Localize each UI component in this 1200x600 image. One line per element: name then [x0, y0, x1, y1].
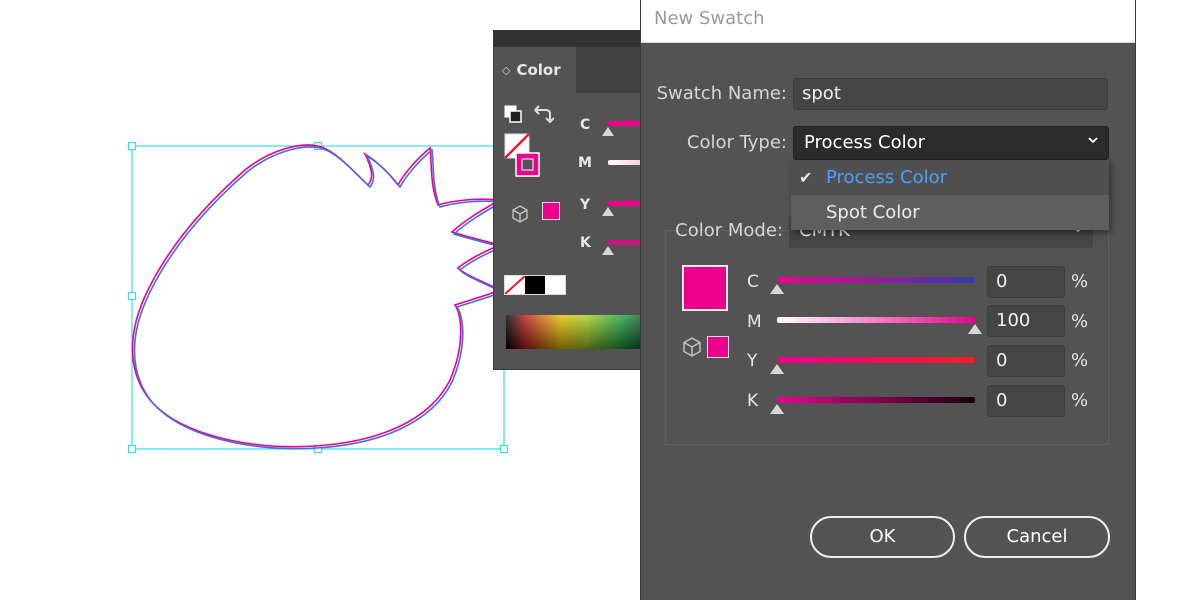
color-preview-swatch — [682, 265, 728, 311]
option-spot-color[interactable]: Spot Color — [791, 195, 1109, 230]
panel-channel-m-label: M — [578, 155, 592, 171]
fill-stroke-icon[interactable] — [504, 133, 540, 179]
tab-grip-icon[interactable]: ◇ — [502, 64, 510, 77]
cancel-button[interactable]: Cancel — [964, 516, 1110, 558]
channel-k-label: K — [747, 391, 759, 411]
k-value-input[interactable]: 0 — [987, 385, 1065, 417]
panel-channel-k-label: K — [580, 235, 591, 251]
color-type-value: Process Color — [804, 132, 925, 153]
web-safe-cube-icon — [683, 337, 701, 357]
channel-c-label: C — [747, 272, 759, 292]
slider-m-thumb[interactable] — [968, 324, 982, 334]
channel-m-label: M — [747, 312, 762, 332]
panel-slider-k-thumb[interactable] — [602, 246, 614, 255]
default-fill-stroke-icon[interactable] — [504, 105, 522, 123]
handle-top-left[interactable] — [127, 141, 137, 151]
c-percent-label: % — [1071, 271, 1089, 292]
option-spot-color-label: Spot Color — [826, 202, 920, 223]
cube-icon — [512, 205, 528, 223]
handle-middle-left[interactable] — [127, 291, 137, 301]
panel-slider-c-thumb[interactable] — [602, 127, 614, 136]
bounding-box — [131, 145, 505, 450]
chevron-down-icon — [1088, 137, 1098, 144]
panel-title-bar[interactable] — [494, 31, 652, 47]
color-type-dropdown: ✔ Process Color Spot Color — [791, 160, 1109, 230]
new-swatch-dialog: New Swatch Swatch Name: spot Color Type:… — [640, 0, 1136, 600]
slider-k-thumb[interactable] — [770, 404, 784, 414]
color-panel: ◇ Color C M Y K — [493, 30, 654, 370]
option-process-color-label: Process Color — [826, 167, 947, 188]
panel-slider-y-thumb[interactable] — [602, 207, 614, 216]
slider-y[interactable] — [777, 357, 975, 363]
swatch-name-label: Swatch Name: — [656, 83, 787, 104]
channel-y-label: Y — [747, 351, 758, 371]
option-process-color[interactable]: ✔ Process Color — [791, 160, 1109, 195]
c-value-input[interactable]: 0 — [987, 266, 1065, 298]
slider-y-thumb[interactable] — [770, 364, 784, 374]
slider-k[interactable] — [777, 397, 975, 403]
slider-c-thumb[interactable] — [770, 284, 784, 294]
tab-color-label: Color — [516, 61, 561, 79]
web-safe-swatch[interactable] — [707, 336, 729, 358]
m-percent-label: % — [1071, 311, 1089, 332]
m-value-input[interactable]: 100 — [987, 305, 1065, 337]
swap-fill-stroke-icon[interactable] — [534, 105, 554, 123]
slider-c[interactable] — [777, 277, 975, 283]
dialog-title: New Swatch — [654, 8, 765, 29]
strawberry-outline[interactable] — [131, 144, 505, 450]
tab-color[interactable]: ◇ Color — [494, 47, 576, 93]
color-type-select[interactable]: Process Color — [793, 126, 1109, 160]
panel-channel-y-label: Y — [580, 197, 591, 213]
black-swatch[interactable] — [525, 276, 545, 294]
dialog-title-bar[interactable]: New Swatch — [641, 0, 1135, 43]
none-black-white-swatches — [504, 275, 566, 295]
white-swatch[interactable] — [545, 276, 565, 294]
handle-bottom-left[interactable] — [127, 444, 137, 454]
color-spectrum[interactable] — [506, 315, 642, 349]
slider-m[interactable] — [777, 317, 975, 323]
color-mode-label: Color Mode: — [675, 220, 783, 241]
ok-button[interactable]: OK — [810, 516, 955, 558]
none-swatch-icon[interactable] — [505, 276, 525, 294]
out-of-gamut-swatch[interactable] — [542, 202, 560, 220]
k-percent-label: % — [1071, 390, 1089, 411]
swatch-name-field[interactable]: spot — [793, 78, 1108, 110]
checkmark-icon: ✔ — [799, 168, 813, 187]
bounding-box-handles[interactable] — [127, 141, 509, 454]
handle-bottom-right[interactable] — [499, 444, 509, 454]
y-percent-label: % — [1071, 350, 1089, 371]
color-type-label: Color Type: — [686, 132, 787, 153]
panel-channel-c-label: C — [580, 117, 591, 133]
y-value-input[interactable]: 0 — [987, 345, 1065, 377]
